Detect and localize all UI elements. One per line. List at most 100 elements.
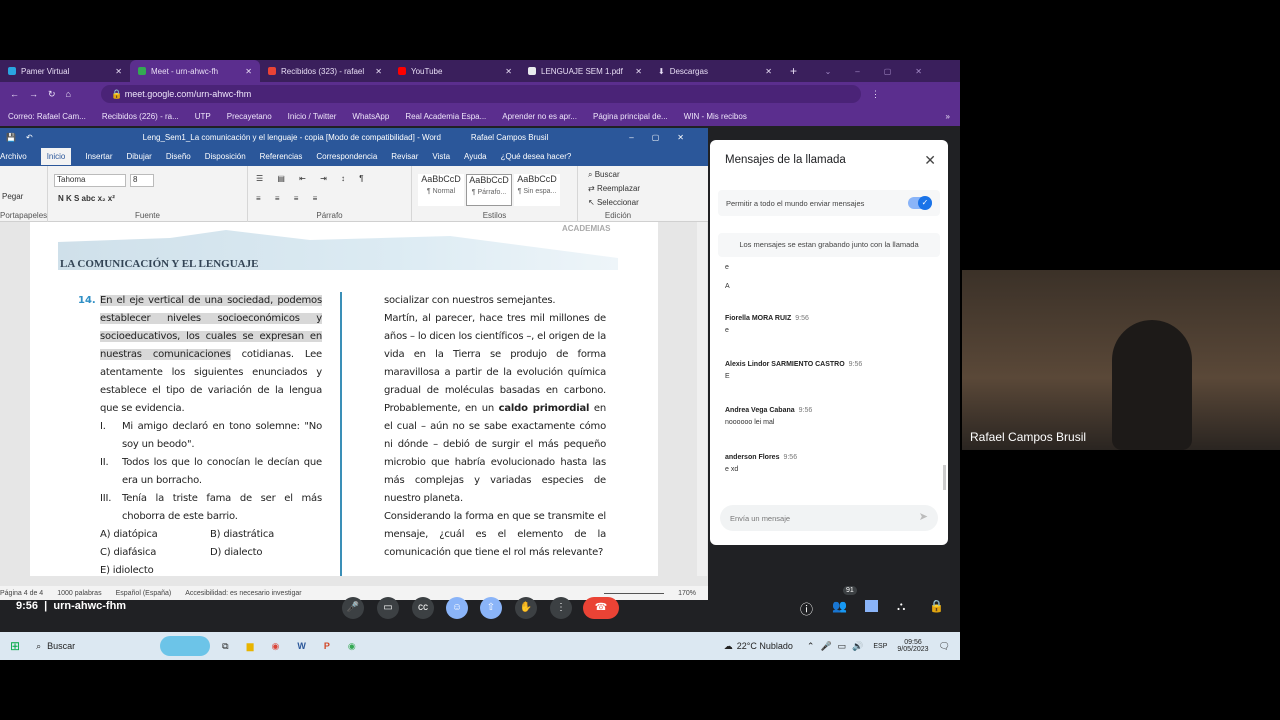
tab-downloads[interactable]: ⬇ Descargas ✕: [650, 60, 780, 82]
style-normal[interactable]: AaBbCcD ¶ Normal: [418, 174, 464, 206]
input-language[interactable]: ESP: [873, 643, 887, 650]
bookmarks-more[interactable]: »: [946, 112, 950, 121]
task-view-icon[interactable]: ⧉: [222, 641, 228, 652]
address-bar[interactable]: 🔒 meet.google.com/urn-ahwc-fhm: [100, 85, 861, 103]
permit-toggle[interactable]: ✓: [908, 196, 932, 210]
close-tab-icon[interactable]: ✕: [115, 67, 122, 76]
reload-icon[interactable]: ↻: [48, 89, 56, 100]
captions-icon[interactable]: cc: [412, 597, 434, 619]
extensions-icon[interactable]: ⋮: [871, 89, 880, 100]
tab-diseno[interactable]: Diseño: [166, 152, 191, 161]
more-options-icon[interactable]: ⋮: [550, 597, 572, 619]
sender-name: Fiorella MORA RUIZ: [725, 315, 792, 322]
zoom-level[interactable]: 170%: [678, 590, 696, 597]
raise-hand-icon[interactable]: ✋: [515, 597, 537, 619]
bookmark-precayetano[interactable]: Precayetano: [227, 112, 272, 121]
emoji-icon[interactable]: ☺: [446, 597, 468, 619]
window-controls[interactable]: ⌄–▢✕: [825, 67, 946, 76]
document-page[interactable]: ACADEMIAS LA COMUNICACIÓN Y EL LENGUAJE …: [30, 222, 658, 576]
close-tab-icon[interactable]: ✕: [505, 67, 512, 76]
tab-youtube[interactable]: YouTube ✕: [390, 60, 520, 82]
format-buttons[interactable]: N K S abc x₂ x²: [58, 194, 115, 203]
home-icon[interactable]: ⌂: [66, 89, 71, 99]
microphone-icon[interactable]: 🎤: [342, 597, 364, 619]
save-icon[interactable]: 💾: [6, 133, 16, 142]
chat-icon[interactable]: [865, 600, 878, 612]
zoom-slider[interactable]: [604, 592, 665, 594]
tab-archivo[interactable]: Archivo: [0, 152, 27, 161]
bookmark-aprender[interactable]: Aprender no es apr...: [502, 112, 577, 121]
close-tab-icon[interactable]: ✕: [375, 67, 382, 76]
host-controls-icon[interactable]: 🔒: [929, 599, 944, 613]
tab-referencias[interactable]: Referencias: [260, 152, 303, 161]
align-icons[interactable]: ≡ ≡ ≡ ≡: [256, 194, 323, 203]
tell-me-search[interactable]: ¿Qué desea hacer?: [501, 152, 572, 161]
bookmark-pagina-principal[interactable]: Página principal de...: [593, 112, 668, 121]
back-icon[interactable]: ←: [10, 89, 19, 99]
font-size-select[interactable]: 8: [130, 174, 154, 187]
bookmark-rae[interactable]: Real Academia Espa...: [405, 112, 486, 121]
participant-video[interactable]: Rafael Campos Brusil: [962, 270, 1280, 450]
tab-gmail[interactable]: Recibidos (323) - rafael ✕: [260, 60, 390, 82]
paste-button[interactable]: Pegar: [2, 192, 23, 201]
powerpoint-icon[interactable]: P: [324, 641, 330, 651]
people-icon[interactable]: 👥: [832, 599, 847, 613]
chat-scrollbar[interactable]: [943, 465, 946, 490]
send-icon[interactable]: ➤: [919, 510, 928, 523]
windows-start-icon[interactable]: ⊞: [10, 639, 20, 653]
bookmark-win[interactable]: WIN - Mis recibos: [684, 112, 747, 121]
system-tray-icons[interactable]: ⌃🎤▭🔊: [807, 641, 869, 652]
tab-meet[interactable]: Meet - urn-ahwc-fh ✕: [130, 60, 260, 82]
select-button[interactable]: ↖ Seleccionar: [588, 198, 639, 207]
chrome-icon[interactable]: ◉: [271, 641, 279, 652]
vertical-scrollbar[interactable]: [697, 222, 707, 576]
camera-icon[interactable]: ▭: [377, 597, 399, 619]
undo-icon[interactable]: ↶: [26, 133, 33, 142]
close-tab-icon[interactable]: ✕: [245, 67, 252, 76]
bookmark-recibidos[interactable]: Recibidos (226) - ra...: [102, 112, 179, 121]
question-number: 14.: [78, 295, 96, 306]
style-parrafo[interactable]: AaBbCcD ¶ Párrafo...: [466, 174, 512, 206]
language[interactable]: Español (España): [116, 590, 172, 597]
file-explorer-icon[interactable]: ▆: [247, 641, 254, 652]
close-icon[interactable]: ✕: [924, 152, 936, 169]
word-window-controls[interactable]: –▢✕: [629, 133, 702, 142]
tab-ayuda[interactable]: Ayuda: [464, 152, 487, 161]
close-tab-icon[interactable]: ✕: [765, 67, 772, 76]
clock[interactable]: 09:56 9/05/2023: [897, 639, 928, 653]
notifications-icon[interactable]: 🗨: [939, 641, 950, 652]
bookmark-utp[interactable]: UTP: [195, 112, 211, 121]
word-user[interactable]: Rafael Campos Brusil: [471, 133, 548, 142]
replace-button[interactable]: ⇄ Reemplazar: [588, 184, 640, 193]
word-icon[interactable]: W: [297, 641, 306, 651]
tab-dibujar[interactable]: Dibujar: [127, 152, 152, 161]
find-button[interactable]: ⌕ Buscar: [588, 170, 620, 180]
tab-disposicion[interactable]: Disposición: [205, 152, 246, 161]
weather-text[interactable]: 22°C Nublado: [737, 641, 793, 651]
chrome-icon-2[interactable]: ◉: [348, 641, 356, 652]
tab-inicio[interactable]: Inicio: [40, 147, 72, 165]
tab-pdf[interactable]: LENGUAJE SEM 1.pdf ✕: [520, 60, 650, 82]
tab-pamer[interactable]: Pamer Virtual ✕: [0, 60, 130, 82]
list-icons[interactable]: ☰ ▤ ⇤ ⇥ ↕ ¶: [256, 174, 370, 183]
tab-vista[interactable]: Vista: [432, 152, 450, 161]
activities-icon[interactable]: ⛬: [897, 599, 905, 614]
forward-icon[interactable]: →: [29, 89, 38, 99]
present-icon[interactable]: ⇧: [480, 597, 502, 619]
bookmark-whatsapp[interactable]: WhatsApp: [352, 112, 389, 121]
info-icon[interactable]: ⓘ: [800, 599, 813, 618]
font-name-select[interactable]: Tahoma: [54, 174, 126, 187]
bookmark-correo[interactable]: Correo: Rafael Cam...: [8, 112, 86, 121]
style-sin-espaciado[interactable]: AaBbCcD ¶ Sin espa...: [514, 174, 560, 206]
new-tab-button[interactable]: +: [790, 64, 797, 78]
tab-revisar[interactable]: Revisar: [391, 152, 418, 161]
message-input[interactable]: Envía un mensaje ➤: [720, 505, 938, 531]
accessibility-status[interactable]: Accesibilidad: es necesario investigar: [185, 590, 301, 597]
taskbar-search[interactable]: Buscar: [47, 641, 75, 651]
style-name: ¶ Normal: [426, 188, 456, 195]
tab-correspondencia[interactable]: Correspondencia: [316, 152, 377, 161]
close-tab-icon[interactable]: ✕: [635, 67, 642, 76]
bookmark-twitter[interactable]: Inicio / Twitter: [288, 112, 337, 121]
tab-insertar[interactable]: Insertar: [85, 152, 112, 161]
leave-call-icon[interactable]: ☎: [583, 597, 619, 619]
